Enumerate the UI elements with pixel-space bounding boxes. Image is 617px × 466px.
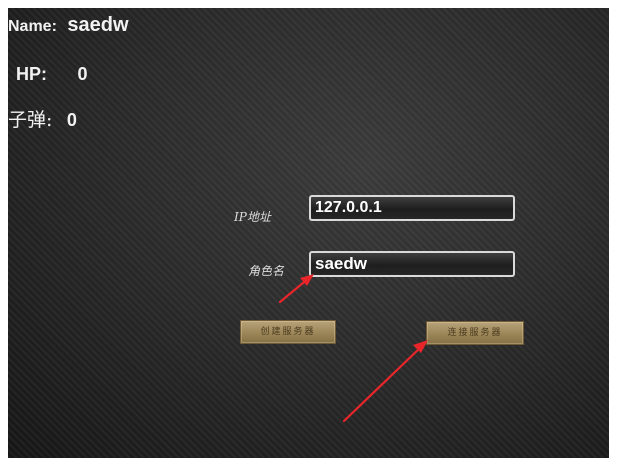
ammo-display: 子弹: 0: [8, 105, 77, 132]
arrow-shaft: [278, 276, 311, 304]
arrow-to-role-input: [278, 274, 314, 304]
create-server-button[interactable]: 创建服务器: [240, 320, 336, 344]
hp-display: HP: 0: [16, 64, 87, 85]
hp-value: 0: [77, 64, 88, 84]
arrow-shaft: [342, 344, 424, 423]
annotation-arrows: [278, 274, 428, 423]
role-name-label: 角色名: [248, 264, 285, 278]
connect-server-button[interactable]: 连接服务器: [426, 321, 524, 345]
ip-address-label: IP地址: [234, 210, 271, 224]
player-name-display: Name: saedw: [8, 14, 129, 37]
ip-address-input[interactable]: 127.0.0.1: [309, 195, 515, 221]
player-name-label: Name:: [8, 18, 57, 35]
player-name-value: saedw: [67, 14, 129, 36]
ammo-value: 0: [66, 110, 77, 130]
ammo-label: 子弹:: [8, 109, 53, 131]
game-screen: Name: saedw HP: 0 子弹: 0 IP地址 127.0.0.1 角…: [8, 8, 609, 458]
role-name-input[interactable]: saedw: [309, 251, 515, 277]
hp-label: HP:: [16, 64, 47, 84]
arrow-to-connect-button: [342, 340, 428, 423]
